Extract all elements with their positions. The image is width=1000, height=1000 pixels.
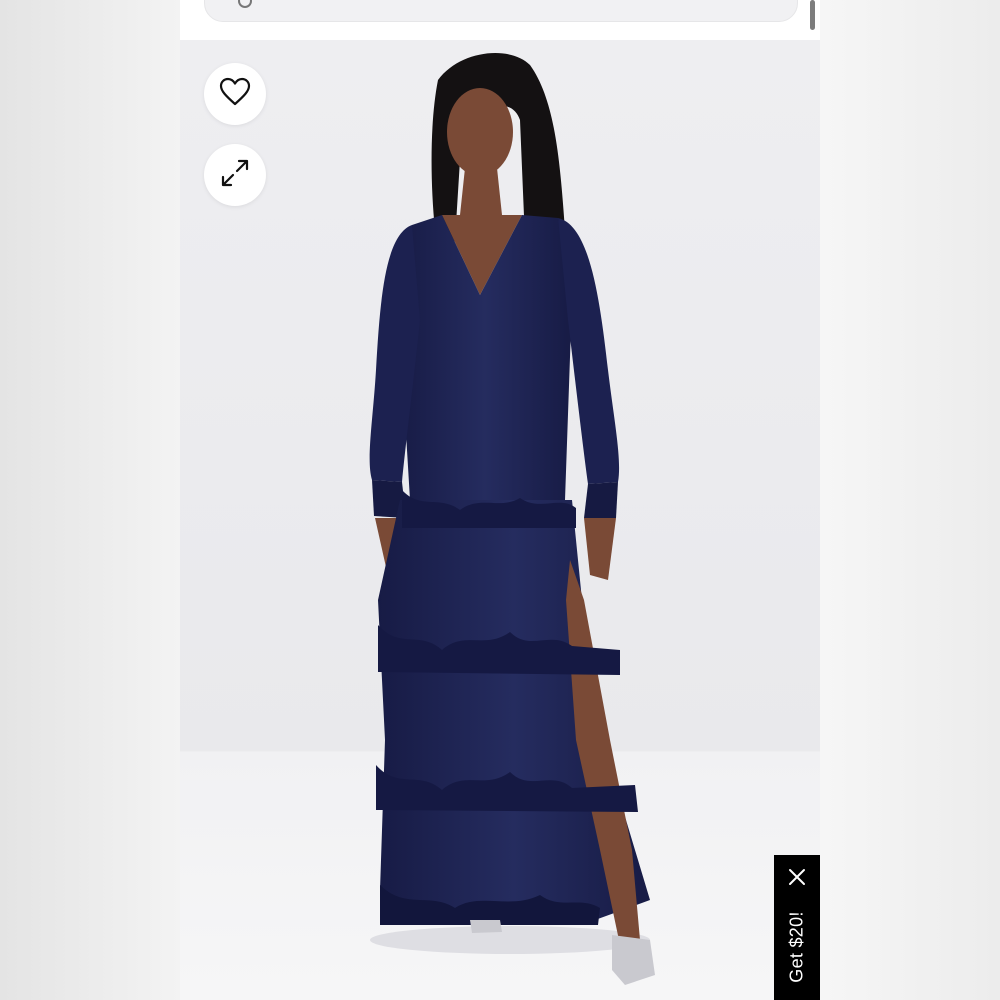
expand-image-button[interactable] bbox=[204, 144, 266, 206]
heart-icon bbox=[218, 77, 252, 112]
close-icon[interactable] bbox=[785, 865, 809, 889]
promo-label[interactable]: Get $20! bbox=[787, 911, 808, 982]
left-backdrop bbox=[0, 0, 180, 1000]
scrollbar-thumb[interactable] bbox=[810, 0, 815, 30]
search-bar[interactable] bbox=[204, 0, 798, 22]
model-illustration bbox=[369, 53, 655, 985]
promo-tab[interactable]: Get $20! bbox=[774, 855, 820, 1000]
expand-arrows-icon bbox=[219, 157, 251, 194]
product-image[interactable] bbox=[180, 40, 820, 1000]
favorite-button[interactable] bbox=[204, 63, 266, 125]
right-backdrop bbox=[820, 0, 1000, 1000]
